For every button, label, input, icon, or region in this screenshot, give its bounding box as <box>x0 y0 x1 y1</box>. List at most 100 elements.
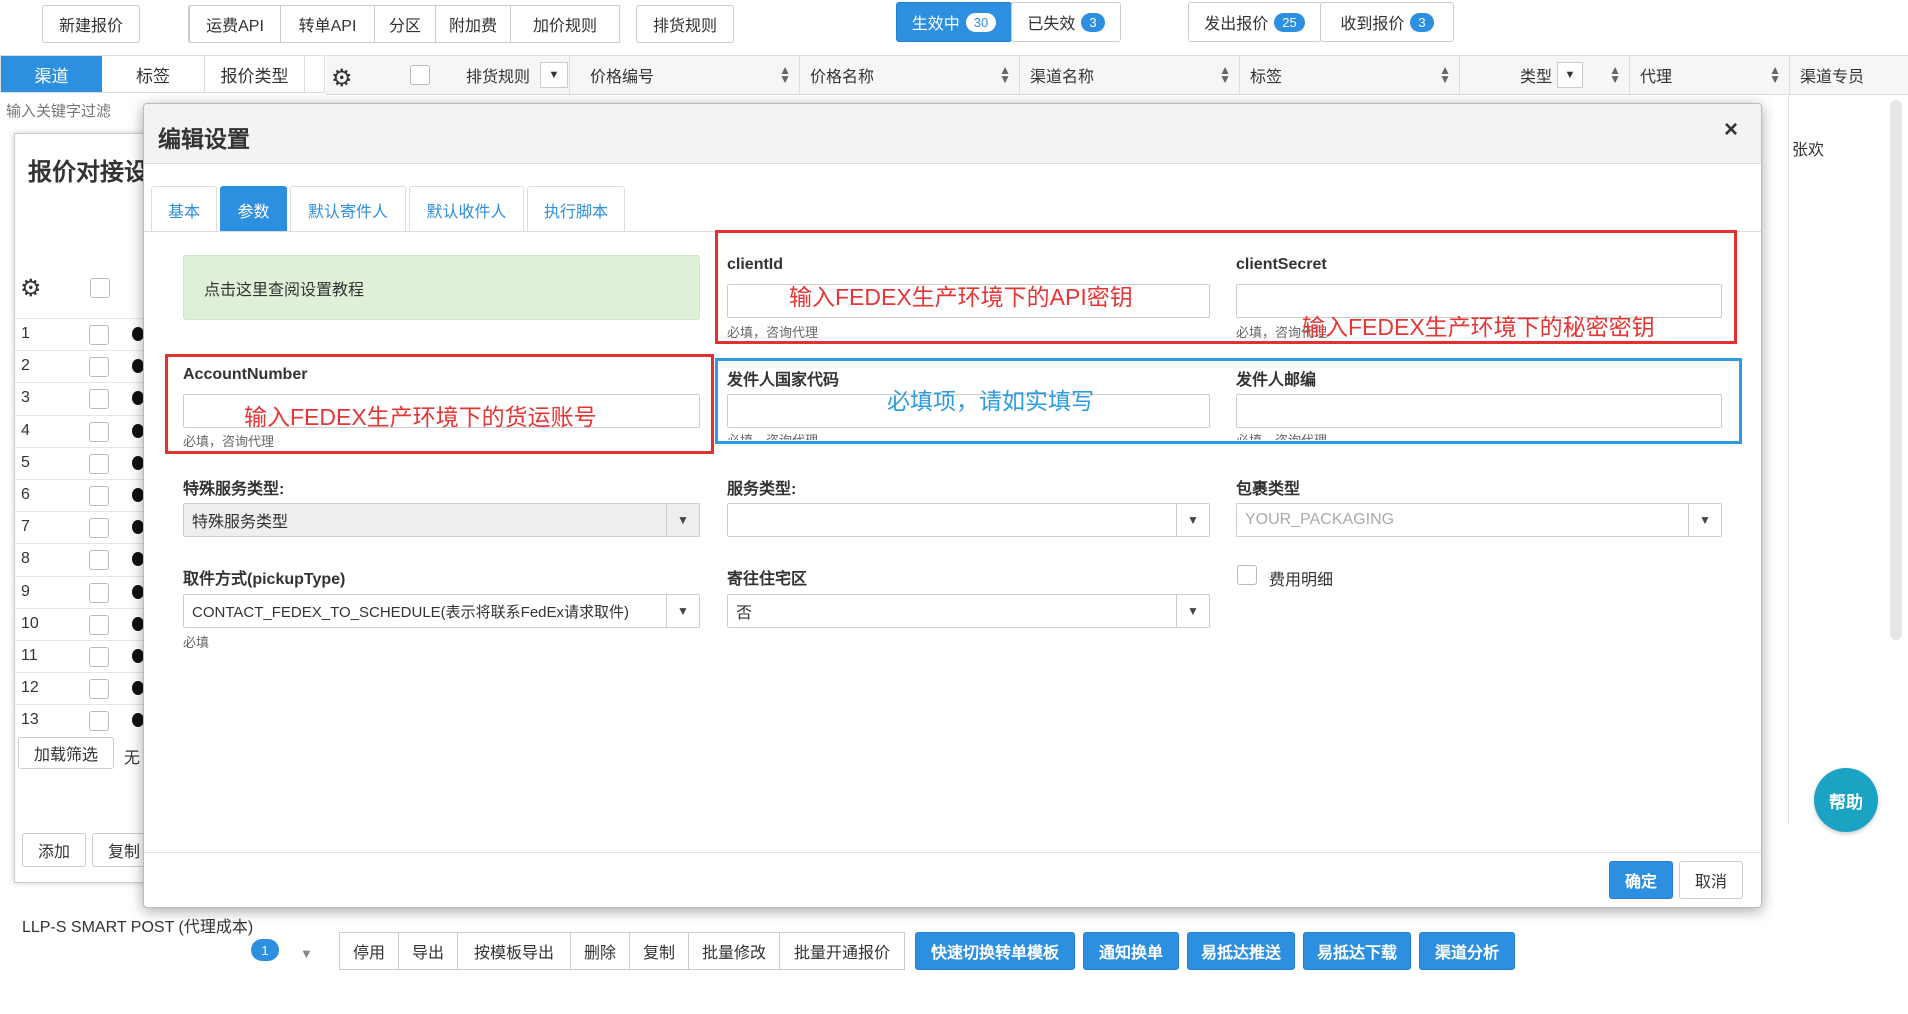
disable-button[interactable]: 停用 <box>339 932 399 970</box>
chevron-down-icon[interactable]: ▼ <box>1557 62 1583 88</box>
batch-enable-quote-button[interactable]: 批量开通报价 <box>779 932 905 970</box>
chevron-down-icon[interactable]: ▼ <box>540 62 568 88</box>
channel-analysis-button[interactable]: 渠道分析 <box>1419 932 1515 970</box>
add-button[interactable]: 添加 <box>22 833 86 867</box>
row-number: 3 <box>21 389 30 407</box>
tab-quote-type[interactable]: 报价类型 <box>205 56 305 92</box>
bottom-toolbar: 停用 导出 按模板导出 删除 复制 批量修改 批量开通报价 快速切换转单模板 通… <box>339 932 1515 970</box>
row-checkbox[interactable] <box>89 711 109 732</box>
special-service-select[interactable]: 特殊服务类型 ▼ <box>183 503 700 537</box>
table-row[interactable]: 13 <box>15 704 163 736</box>
table-row[interactable]: 5 <box>15 446 163 479</box>
scroll-down-icon[interactable]: ▼ <box>300 946 313 961</box>
sender-country-label: 发件人国家代码 <box>727 372 840 389</box>
gear-icon[interactable]: ⚙ <box>331 64 353 93</box>
pickup-type-hint: 必填 <box>183 635 210 650</box>
cancel-button[interactable]: 取消 <box>1679 861 1743 899</box>
row-number: 10 <box>21 614 39 632</box>
row-checkbox[interactable] <box>89 582 109 603</box>
row-checkbox[interactable] <box>89 550 109 571</box>
client-secret-label: clientSecret <box>1236 256 1327 273</box>
fee-detail-checkbox[interactable] <box>1237 565 1257 585</box>
select-all-checkbox[interactable] <box>410 65 430 85</box>
transfer-api-button[interactable]: 转单API <box>280 5 375 43</box>
row-checkbox[interactable] <box>89 518 109 539</box>
channel-name[interactable]: LLP-S SMART POST (代理成本) <box>22 913 253 937</box>
table-row[interactable]: 7 <box>15 511 163 543</box>
package-type-select[interactable]: YOUR_PACKAGING ▼ <box>1236 503 1722 537</box>
close-icon[interactable]: × <box>1724 116 1738 144</box>
tab-channel[interactable]: 渠道 <box>1 56 102 92</box>
sent-quotes-badge: 25 <box>1274 12 1305 32</box>
received-quotes-button[interactable]: 收到报价 3 <box>1320 2 1454 42</box>
row-checkbox[interactable] <box>89 486 109 506</box>
push-button[interactable]: 易抵达推送 <box>1187 932 1295 970</box>
zone-button[interactable]: 分区 <box>374 5 436 43</box>
select-all-checkbox[interactable] <box>90 278 110 298</box>
table-row[interactable]: 12 <box>15 672 163 704</box>
row-checkbox[interactable] <box>89 614 109 635</box>
shipping-rules-button[interactable]: 排货规则 <box>636 5 734 43</box>
tab-default-recipient[interactable]: 默认收件人 <box>409 186 524 232</box>
sent-quotes-label: 发出报价 <box>1204 16 1269 33</box>
row-checkbox[interactable] <box>89 389 109 410</box>
col-agent[interactable]: 代理 ▲ ▼ <box>1630 56 1790 94</box>
tab-basic[interactable]: 基本 <box>151 186 217 232</box>
col-tags[interactable]: 标签 ▲ ▼ <box>1240 56 1460 94</box>
notify-change-button[interactable]: 通知换单 <box>1083 932 1179 970</box>
table-row[interactable]: 3 <box>15 382 163 414</box>
table-row[interactable]: 1 <box>15 318 163 350</box>
help-button[interactable]: 帮助 <box>1814 768 1878 832</box>
row-checkbox[interactable] <box>89 421 109 442</box>
row-checkbox[interactable] <box>89 357 109 378</box>
pickup-type-select[interactable]: CONTACT_FEDEX_TO_SCHEDULE(表示将联系FedEx请求取件… <box>183 594 700 628</box>
col-type[interactable]: 类型 ▲ ▼ <box>1460 56 1630 94</box>
residential-select[interactable]: 否 ▼ <box>727 594 1210 628</box>
service-type-select[interactable]: ▼ <box>727 503 1210 537</box>
col-price-code[interactable]: 价格编号 ▲ ▼ <box>580 56 800 94</box>
col-agent-rep[interactable]: 渠道专员 <box>1790 56 1908 94</box>
table-row[interactable]: 4 <box>15 414 163 447</box>
sent-quotes-button[interactable]: 发出报价 25 <box>1188 2 1321 42</box>
table-row[interactable]: 10 <box>15 607 163 640</box>
table-row[interactable]: 11 <box>15 640 163 672</box>
expired-filter-button[interactable]: 已失效 3 <box>1011 2 1121 42</box>
table-row[interactable]: 2 <box>15 350 163 382</box>
download-button[interactable]: 易抵达下载 <box>1303 932 1411 970</box>
row-checkbox[interactable] <box>89 453 109 474</box>
active-filter-button[interactable]: 生效中 30 <box>896 2 1012 42</box>
export-button[interactable]: 导出 <box>398 932 458 970</box>
sender-zip-field[interactable] <box>1236 394 1722 428</box>
row-number: 8 <box>21 550 30 568</box>
freight-api-button[interactable]: 运费API <box>189 5 281 43</box>
col-price-name[interactable]: 价格名称 ▲ ▼ <box>800 56 1020 94</box>
table-scrollbar[interactable] <box>1890 100 1902 640</box>
tab-script[interactable]: 执行脚本 <box>527 186 625 232</box>
confirm-button[interactable]: 确定 <box>1609 861 1673 899</box>
row-checkbox[interactable] <box>89 325 109 345</box>
row-checkbox[interactable] <box>89 679 109 700</box>
row-number: 4 <box>21 421 30 439</box>
load-filter-button[interactable]: 加载筛选 <box>18 737 114 769</box>
copy-button[interactable]: 复制 <box>629 932 689 970</box>
tab-tags[interactable]: 标签 <box>102 56 205 92</box>
gear-icon[interactable]: ⚙ <box>20 274 42 303</box>
table-row[interactable]: 6 <box>15 479 163 511</box>
tab-default-sender[interactable]: 默认寄件人 <box>290 186 406 232</box>
surcharge-button[interactable]: 附加费 <box>435 5 511 43</box>
row-checkbox[interactable] <box>89 647 109 667</box>
annotation-required: 必填项，请如实填写 <box>887 388 1094 414</box>
new-quote-button[interactable]: 新建报价 <box>42 5 140 43</box>
delete-button[interactable]: 删除 <box>570 932 630 970</box>
table-row[interactable]: 9 <box>15 575 163 608</box>
export-template-button[interactable]: 按模板导出 <box>457 932 571 970</box>
switch-template-button[interactable]: 快速切换转单模板 <box>915 932 1075 970</box>
batch-edit-button[interactable]: 批量修改 <box>688 932 780 970</box>
tutorial-link[interactable]: 点击这里查阅设置教程 <box>183 255 700 320</box>
table-row[interactable]: 8 <box>15 543 163 575</box>
col-channel-name[interactable]: 渠道名称 ▲ ▼ <box>1020 56 1240 94</box>
markup-rules-button[interactable]: 加价规则 <box>510 5 620 43</box>
expired-label: 已失效 <box>1027 16 1076 33</box>
chevron-down-icon: ▼ <box>666 595 699 627</box>
tab-params[interactable]: 参数 <box>220 186 287 232</box>
